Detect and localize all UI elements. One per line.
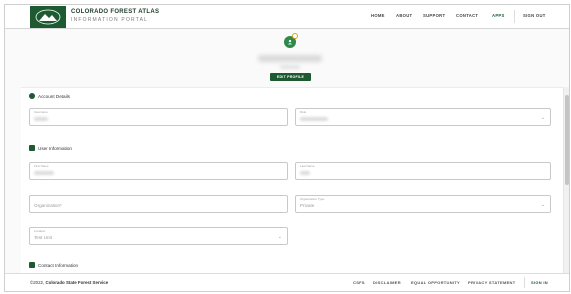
location-value: Test Unit [34, 235, 52, 240]
edit-profile-button[interactable]: EDIT PROFILE [270, 73, 311, 81]
organization-field[interactable]: Organization* [29, 195, 288, 213]
page-scrollbar[interactable] [563, 87, 569, 275]
role-label: Role [300, 110, 307, 114]
contact-information-title: Contact Information [38, 262, 79, 268]
avatar-edit-badge[interactable] [292, 33, 298, 39]
account-details-title: Account Details [38, 93, 70, 99]
account-details-heading: Account Details [29, 93, 70, 99]
profile-name-redacted [258, 55, 322, 62]
nav-about[interactable]: ABOUT [396, 13, 412, 18]
chevron-down-icon: ⌄ [277, 234, 282, 240]
last-name-value-redacted [300, 171, 310, 175]
site-subtitle: INFORMATION PORTAL [71, 17, 149, 23]
chevron-down-icon: ⌄ [540, 202, 545, 208]
account-circle-icon [29, 93, 35, 99]
username-value-redacted [34, 117, 48, 121]
footer-link-sign-in[interactable]: SIGN IN [531, 280, 548, 285]
role-select[interactable]: Role ⌄ [295, 108, 551, 126]
copyright-org: Colorado State Forest Service [45, 280, 109, 285]
first-name-value-redacted [34, 171, 54, 175]
last-name-field[interactable]: Last Name [295, 162, 551, 180]
role-value-redacted [300, 117, 328, 121]
location-label: Location [34, 229, 46, 233]
chevron-down-icon: ⌄ [540, 115, 545, 121]
copyright-prefix: ©2022, [30, 280, 45, 285]
id-card-icon [29, 145, 35, 151]
footer-link-csfs[interactable]: CSFS [353, 280, 365, 285]
site-footer: ©2022, Colorado State Forest Service CSF… [5, 273, 569, 291]
nav-contact[interactable]: CONTACT [456, 13, 478, 18]
user-icon [287, 39, 293, 45]
site-title: COLORADO FOREST ATLAS [71, 9, 160, 15]
nav-sign-out[interactable]: SIGN OUT [523, 13, 546, 18]
nav-divider [514, 10, 515, 23]
copyright-text: ©2022, Colorado State Forest Service [30, 280, 108, 285]
mountain-logo-icon [35, 9, 61, 25]
organization-type-value: Private [300, 203, 315, 208]
username-label: Username [34, 110, 48, 114]
first-name-label: First Name [34, 164, 49, 168]
user-information-title: User Information [38, 145, 72, 151]
location-select[interactable]: Location Test Unit ⌄ [29, 227, 288, 245]
organization-type-select[interactable]: Organization Type Private ⌄ [295, 195, 551, 213]
nav-home[interactable]: HOME [371, 13, 385, 18]
user-information-heading: User Information [29, 145, 72, 151]
organization-type-label: Organization Type [300, 197, 325, 201]
contact-phone-icon [29, 262, 35, 268]
top-header: COLORADO FOREST ATLAS INFORMATION PORTAL… [5, 5, 569, 29]
footer-link-equal-opportunity[interactable]: EQUAL OPPORTUNITY [411, 280, 460, 285]
scrollbar-thumb[interactable] [565, 95, 569, 185]
footer-link-disclaimer[interactable]: DISCLAIMER [373, 280, 401, 285]
organization-placeholder: Organization* [34, 203, 62, 208]
footer-link-privacy-statement[interactable]: PRIVACY STATEMENT [468, 280, 515, 285]
username-field[interactable]: Username [29, 108, 288, 126]
profile-form: Account Details Username Role ⌄ User Inf… [21, 87, 565, 275]
first-name-field[interactable]: First Name [29, 162, 288, 180]
contact-information-heading: Contact Information [29, 262, 78, 268]
last-name-label: Last Name [300, 164, 315, 168]
atlas-logo[interactable] [30, 6, 66, 28]
footer-divider [524, 277, 525, 288]
profile-summary: EDIT PROFILE [5, 29, 569, 85]
browser-frame: COLORADO FOREST ATLAS INFORMATION PORTAL… [4, 4, 570, 292]
nav-apps[interactable]: APPS [492, 13, 505, 18]
nav-support[interactable]: SUPPORT [423, 13, 445, 18]
profile-role-redacted [280, 65, 300, 69]
